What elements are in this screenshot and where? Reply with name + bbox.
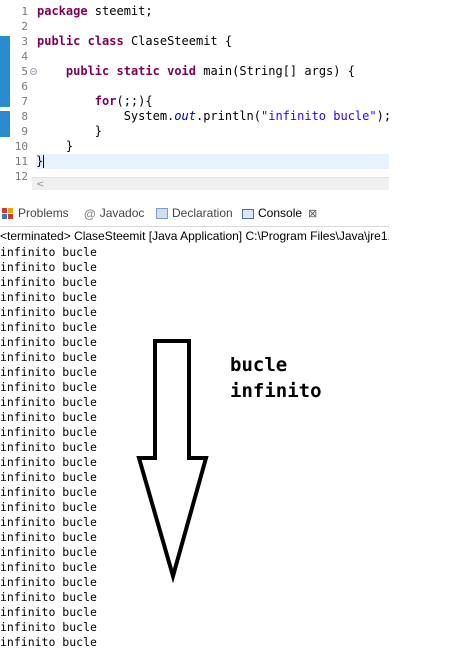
annotation-text: bucle infinito (230, 352, 322, 404)
down-arrow-icon (136, 339, 209, 584)
annotation-line-1: bucle (230, 354, 288, 376)
arrow-annotation (136, 339, 209, 584)
annotation-line-2: infinito (230, 380, 322, 402)
